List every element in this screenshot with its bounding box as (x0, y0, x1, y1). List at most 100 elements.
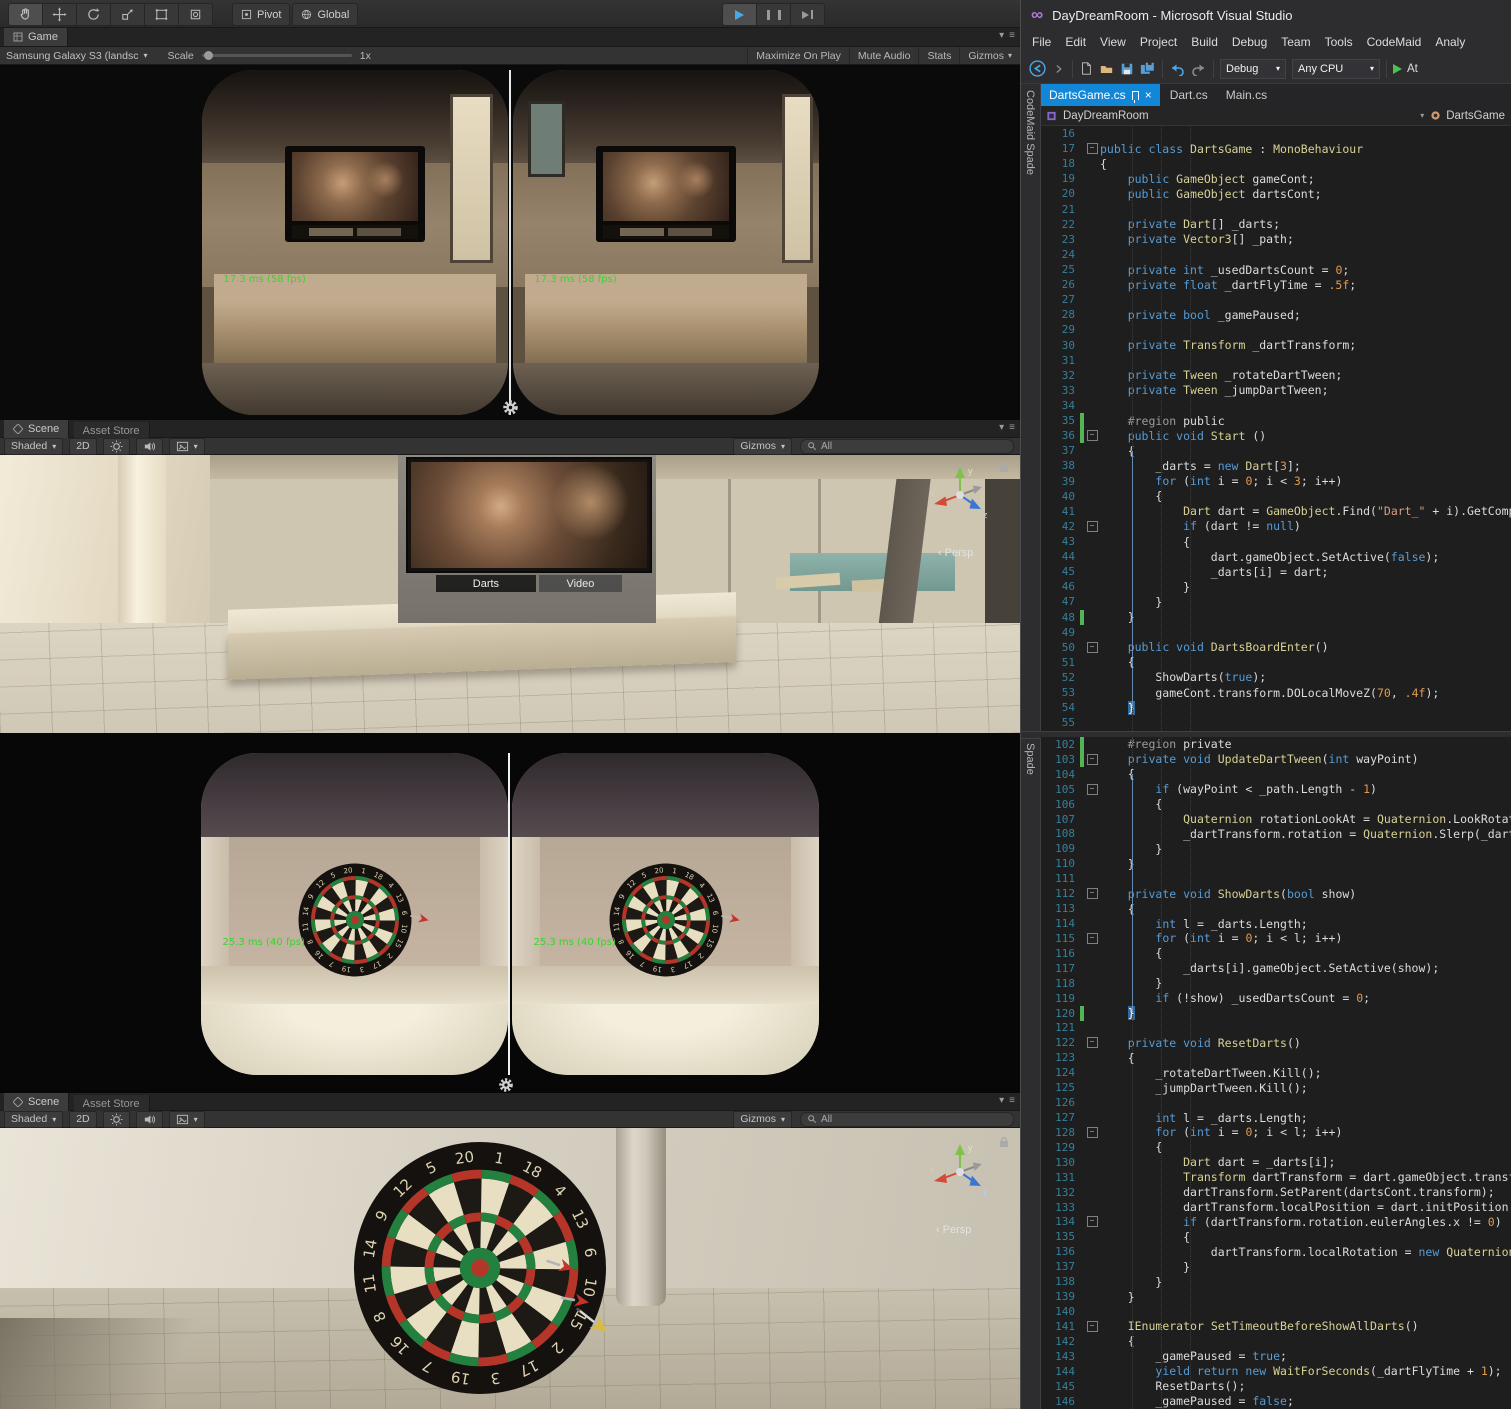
maximize-on-play-button[interactable]: Maximize On Play (747, 47, 849, 64)
menu-edit[interactable]: Edit (1058, 35, 1093, 49)
menu-build[interactable]: Build (1184, 35, 1225, 49)
pivot-toggle-button[interactable]: Pivot (232, 3, 290, 26)
menu-icon[interactable]: ≡ (1009, 422, 1015, 433)
mute-audio-button[interactable]: Mute Audio (849, 47, 919, 64)
scene-orientation-gizmo[interactable]: y x z (928, 1140, 992, 1204)
collapse-icon[interactable]: − (1087, 933, 1098, 944)
lock-icon[interactable] (998, 1136, 1010, 1148)
scene-orientation-gizmo[interactable]: y x z (928, 463, 992, 527)
fold-marker[interactable]: − (1084, 1127, 1100, 1138)
collapse-icon[interactable]: − (1087, 1321, 1098, 1332)
step-button[interactable] (791, 3, 825, 26)
tab-scene[interactable]: Scene (4, 420, 69, 438)
aspect-dropdown[interactable]: Samsung Galaxy S3 (landsc ▾ (0, 50, 154, 62)
menu-codemaid[interactable]: CodeMaid (1360, 35, 1429, 49)
collapse-icon[interactable]: − (1087, 642, 1098, 653)
code-editor-bottom[interactable]: 102 #region private103− private void Upd… (1041, 737, 1511, 1409)
scene-gizmos-dropdown[interactable]: Gizmos ▾ (733, 438, 792, 455)
codemaid-spade-tab[interactable]: CodeMaid Spade (1021, 84, 1041, 731)
menu-project[interactable]: Project (1133, 35, 1184, 49)
game-view-vr-darts[interactable]: 2011841361015217319716811149125 25.3 ms … (0, 733, 1020, 1093)
gizmos-dropdown-button[interactable]: Gizmos ▾ (959, 47, 1020, 64)
vs-title-bar[interactable]: ∞ DayDreamRoom - Microsoft Visual Studio (1021, 0, 1511, 30)
tab-main-cs[interactable]: Main.cs (1218, 84, 1275, 106)
solution-config-dropdown[interactable]: Debug ▾ (1220, 59, 1286, 79)
fold-marker[interactable]: − (1084, 642, 1100, 653)
collapse-icon[interactable]: − (1087, 1216, 1098, 1227)
tab-dartsgame-cs[interactable]: DartsGame.cs× (1041, 84, 1160, 106)
menu-file[interactable]: File (1025, 35, 1058, 49)
global-toggle-button[interactable]: Global (292, 3, 358, 26)
effects-dropdown-button[interactable]: ▾ (169, 438, 205, 455)
2d-toggle-button[interactable]: 2D (69, 438, 96, 455)
2d-toggle-button[interactable]: 2D (69, 1111, 96, 1128)
tab-game[interactable]: Game (4, 28, 68, 46)
scene-view-dartboard[interactable]: 2011841361015217319716811149125 y x z ‹ (0, 1128, 1020, 1409)
menu-tools[interactable]: Tools (1318, 35, 1360, 49)
chevron-down-icon[interactable]: ▾ (999, 30, 1004, 41)
tab-scene[interactable]: Scene (4, 1093, 69, 1111)
collapse-icon[interactable]: − (1087, 888, 1098, 899)
member-dropdown[interactable]: DartsGame (1430, 110, 1507, 122)
collapse-icon[interactable]: − (1087, 1037, 1098, 1048)
effects-dropdown-button[interactable]: ▾ (169, 1111, 205, 1128)
fold-marker[interactable]: − (1084, 784, 1100, 795)
video-button[interactable]: Video (539, 575, 622, 592)
project-dropdown[interactable]: DayDreamRoom ▾ (1063, 110, 1424, 122)
fold-marker[interactable]: − (1084, 1216, 1100, 1227)
perspective-label[interactable]: ‹ Persp (938, 547, 973, 559)
attach-button[interactable]: At (1393, 63, 1418, 75)
collapse-icon[interactable]: − (1087, 784, 1098, 795)
scene-search-field[interactable]: All (800, 1112, 1014, 1127)
collapse-icon[interactable]: − (1087, 430, 1098, 441)
fold-marker[interactable]: − (1084, 430, 1100, 441)
collapse-icon[interactable]: − (1087, 754, 1098, 765)
fold-marker[interactable]: − (1084, 143, 1100, 154)
save-all-button[interactable] (1140, 61, 1156, 76)
collapse-icon[interactable]: − (1087, 1127, 1098, 1138)
menu-icon[interactable]: ≡ (1009, 30, 1015, 41)
solution-platform-dropdown[interactable]: Any CPU ▾ (1292, 59, 1380, 79)
menu-analy[interactable]: Analy (1428, 35, 1472, 49)
lock-icon[interactable] (998, 461, 1010, 473)
gear-icon[interactable] (502, 399, 519, 416)
collapse-icon[interactable]: − (1087, 143, 1098, 154)
move-tool-button[interactable] (43, 3, 77, 26)
audio-toggle-button[interactable] (136, 438, 163, 455)
tab-dart-cs[interactable]: Dart.cs (1162, 84, 1216, 106)
chevron-down-icon[interactable]: ▾ (999, 422, 1004, 433)
scene-view-room[interactable]: Darts Video y x z ‹ Persp (0, 455, 1020, 733)
lighting-toggle-button[interactable] (103, 1111, 130, 1128)
pause-button[interactable] (757, 3, 791, 26)
scene-search-field[interactable]: All (800, 439, 1014, 454)
audio-toggle-button[interactable] (136, 1111, 163, 1128)
chevron-down-icon[interactable]: ▾ (999, 1095, 1004, 1106)
undo-button[interactable] (1169, 62, 1185, 76)
gear-icon[interactable] (498, 1077, 514, 1093)
darts-button[interactable]: Darts (436, 575, 536, 592)
fold-marker[interactable]: − (1084, 754, 1100, 765)
scale-slider[interactable] (202, 54, 352, 57)
collapse-icon[interactable]: − (1087, 521, 1098, 532)
rotate-tool-button[interactable] (77, 3, 111, 26)
menu-debug[interactable]: Debug (1225, 35, 1274, 49)
scale-tool-button[interactable] (111, 3, 145, 26)
perspective-label[interactable]: ‹ Persp (936, 1224, 971, 1236)
transform-tool-button[interactable] (179, 3, 213, 26)
scale-slider-knob[interactable] (204, 51, 213, 60)
hand-tool-button[interactable] (8, 3, 43, 26)
fold-marker[interactable]: − (1084, 888, 1100, 899)
shading-mode-dropdown[interactable]: Shaded ▾ (4, 438, 63, 455)
codemaid-spade-tab[interactable]: Spade (1021, 737, 1041, 1409)
menu-view[interactable]: View (1093, 35, 1133, 49)
navigate-forward-button[interactable] (1052, 62, 1066, 76)
fold-marker[interactable]: − (1084, 1321, 1100, 1332)
close-icon[interactable]: × (1145, 88, 1152, 102)
menu-team[interactable]: Team (1274, 35, 1317, 49)
game-view-vr-room[interactable]: 17.3 ms (58 fps) 17.3 ms ( (0, 65, 1020, 420)
save-button[interactable] (1120, 62, 1134, 76)
rect-tool-button[interactable] (145, 3, 179, 26)
open-file-button[interactable] (1099, 62, 1114, 76)
menu-icon[interactable]: ≡ (1009, 1095, 1015, 1106)
navigate-back-button[interactable] (1029, 60, 1046, 77)
